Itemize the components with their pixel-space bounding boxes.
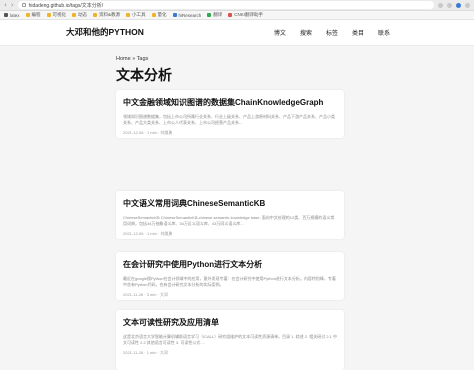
post-excerpt: ChineseSemanticKB ChineseSemanticKB,chin… <box>123 215 335 226</box>
bookmark-item[interactable]: 资料&教源 <box>93 12 120 18</box>
site-header: 大邓和他的PYTHON 博文 搜索 标签 类目 联系 <box>0 20 474 46</box>
post-meta: 2021-12-06 · 1 min · 刘焕勇 <box>123 231 173 236</box>
post-card[interactable]: 在会计研究中使用Python进行文本分析 最近在google搜Python在会计… <box>116 252 344 300</box>
address-bar[interactable]: hidadeng.github.io/tags/文本分析/ <box>17 1 434 9</box>
bookmark-item[interactable]: 编程 <box>25 12 41 18</box>
bookmark-item[interactable]: CNKI翻译助手 <box>228 12 263 18</box>
site-nav: 博文 搜索 标签 类目 联系 <box>274 28 390 37</box>
extension-icon[interactable] <box>447 2 452 8</box>
bookmark-item[interactable]: 翻译 <box>207 12 222 18</box>
bookmark-item[interactable]: 动态 <box>72 12 87 18</box>
nav-contact[interactable]: 联系 <box>378 28 390 37</box>
post-meta: 2021-11-26 · 1 min · 大邓 <box>123 350 169 355</box>
folder-icon <box>151 13 156 17</box>
breadcrumb[interactable]: Home » Tags <box>116 56 148 62</box>
extension-icon[interactable] <box>438 2 443 8</box>
post-excerpt: 领域知识图谱数据集，包括上市公司所属行业关系、行业上级关系、产品上游原材料关系、… <box>123 114 335 125</box>
nav-search[interactable]: 搜索 <box>300 28 312 37</box>
research-icon <box>172 13 177 17</box>
post-card[interactable]: 中文金融领域知识图谱的数据集ChainKnowledgeGraph 领域知识图谱… <box>116 90 344 138</box>
nav-tags[interactable]: 标签 <box>326 28 338 37</box>
bookmarks-bar: latex 编程 可视化 动态 资料&教源 小工具 量化 hiResearch … <box>0 11 474 20</box>
folder-icon <box>25 13 30 17</box>
nav-posts[interactable]: 博文 <box>274 28 286 37</box>
post-meta: 2021-12-06 · 1 min · 刘焕勇 <box>123 130 173 135</box>
profile-icon[interactable] <box>456 2 461 8</box>
bookmark-item[interactable]: hiResearch <box>172 13 201 18</box>
post-title[interactable]: 在会计研究中使用Python进行文本分析 <box>123 260 337 270</box>
post-card[interactable]: 文本可读性研究及应用清单 这是北京语言大学智能计算机辅助语言学习（ICALL）研… <box>116 310 344 370</box>
post-excerpt: 最近在google搜Python在会计领域中的应用，意外发现专著：在会计研究中使… <box>123 276 336 287</box>
bookmark-item[interactable]: latex <box>4 13 20 18</box>
post-meta: 2021-11-26 · 3 min · 大邓 <box>123 292 169 297</box>
page-title: 文本分析 <box>116 67 172 83</box>
url-text: hidadeng.github.io/tags/文本分析/ <box>28 2 104 9</box>
menu-icon[interactable] <box>465 2 470 8</box>
post-title[interactable]: 文本可读性研究及应用清单 <box>123 318 337 328</box>
forward-arrow-icon[interactable]: › <box>11 1 14 9</box>
back-arrow-icon[interactable]: ‹ <box>4 1 7 9</box>
cnki-icon <box>228 13 233 17</box>
folder-icon <box>46 13 51 17</box>
folder-icon <box>93 13 98 17</box>
nav-categories[interactable]: 类目 <box>352 28 364 37</box>
post-title[interactable]: 中文语义常用词典ChineseSemanticKB <box>123 199 337 209</box>
folder-icon <box>126 13 131 17</box>
bookmark-item[interactable]: 可视化 <box>46 12 66 18</box>
bookmark-item[interactable]: 量化 <box>151 12 167 18</box>
translate-icon <box>207 13 212 17</box>
bookmark-item[interactable]: 小工具 <box>126 12 146 18</box>
post-card[interactable]: 中文语义常用词典ChineseSemanticKB ChineseSemanti… <box>116 191 344 239</box>
bookmark-icon <box>4 13 8 17</box>
site-title[interactable]: 大邓和他的PYTHON <box>66 26 144 38</box>
folder-icon <box>72 13 77 17</box>
post-title[interactable]: 中文金融领域知识图谱的数据集ChainKnowledgeGraph <box>123 98 337 108</box>
lock-icon <box>21 3 26 7</box>
post-excerpt: 这是北京语言大学智能计算机辅助语言学习（ICALL）研究组维护的文本可读性资源清… <box>123 334 337 345</box>
browser-toolbar: ‹ › hidadeng.github.io/tags/文本分析/ <box>0 0 474 11</box>
